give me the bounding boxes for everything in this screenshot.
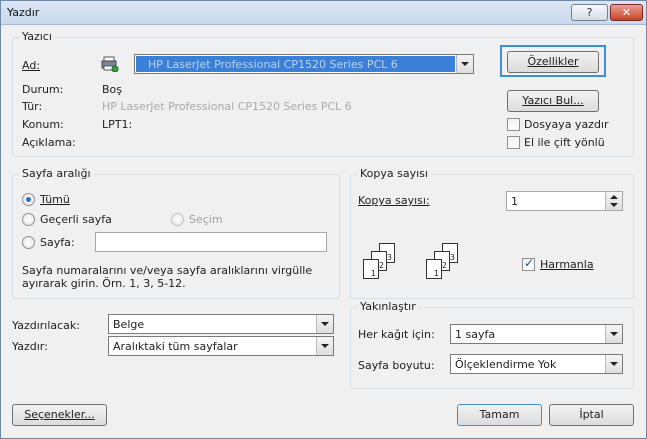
page-range-current-label: Geçerli sayfa xyxy=(40,213,112,226)
chevron-down-icon[interactable] xyxy=(316,315,333,333)
printer-status-value: Boş xyxy=(102,83,123,96)
pages-per-sheet-value: 1 sayfa xyxy=(455,328,496,341)
printer-name-value: HP LaserJet Professional CP1520 Series P… xyxy=(136,56,455,72)
scale-select[interactable]: Ölçeklendirme Yok xyxy=(450,354,623,374)
close-button[interactable]: ✕ xyxy=(610,4,643,21)
print-what-select[interactable]: Belge xyxy=(108,314,334,334)
printer-comment-label: Açıklama: xyxy=(22,136,76,149)
help-button[interactable]: ? xyxy=(571,4,608,21)
title-bar: Yazdır ? ✕ xyxy=(1,1,646,25)
find-printer-button[interactable]: Yazıcı Bul... xyxy=(507,90,599,112)
printer-group-label: Yazıcı xyxy=(19,30,55,43)
chevron-down-icon[interactable] xyxy=(605,325,622,343)
print-what-value: Belge xyxy=(113,318,145,331)
copies-group-label: Kopya sayısı xyxy=(357,167,431,180)
print-dialog: Yazdır ? ✕ Yazıcı Ad: HP LaserJet Profes… xyxy=(0,0,647,439)
page-range-selection-radio xyxy=(171,213,184,226)
zoom-group-label: Yakınlaştır xyxy=(357,300,419,313)
pages-per-sheet-select[interactable]: 1 sayfa xyxy=(450,324,623,344)
printer-type-value: HP LaserJet Professional CP1520 Series P… xyxy=(102,100,352,113)
window-title: Yazdır xyxy=(7,6,40,19)
page-range-pages-label: Sayfa: xyxy=(40,236,75,249)
printer-status-label: Durum: xyxy=(22,83,64,96)
spin-up-icon[interactable] xyxy=(610,195,618,199)
chevron-down-icon[interactable] xyxy=(316,337,333,355)
manual-duplex-label: El ile çift yönlü xyxy=(524,136,605,149)
print-label: Yazdır: xyxy=(12,340,48,353)
properties-button[interactable]: Özellikler xyxy=(507,51,599,73)
printer-location-value: LPT1: xyxy=(102,118,133,131)
copies-count-input[interactable]: 1 xyxy=(506,191,623,211)
page-range-group-label: Sayfa aralığı xyxy=(19,167,94,180)
page-range-hint-line2: ayırarak girin. Örn. 1, 3, 5-12. xyxy=(22,277,186,290)
copies-spinner[interactable] xyxy=(605,192,622,210)
print-to-file-checkbox[interactable] xyxy=(507,118,520,131)
collate-page-1a: 1 xyxy=(363,259,379,279)
ok-button[interactable]: Tamam xyxy=(457,404,542,426)
options-button[interactable]: Seçenekler... xyxy=(12,404,107,426)
scale-label: Sayfa boyutu: xyxy=(358,359,435,372)
print-select[interactable]: Aralıktaki tüm sayfalar xyxy=(108,336,334,356)
print-what-label: Yazdırılacak: xyxy=(12,319,80,332)
page-range-selection-label: Seçim xyxy=(189,213,223,226)
cancel-button[interactable]: İptal xyxy=(549,404,634,426)
print-value: Aralıktaki tüm sayfalar xyxy=(113,340,238,353)
pages-per-sheet-label: Her kağıt için: xyxy=(358,328,435,341)
page-range-pages-radio[interactable] xyxy=(22,236,35,249)
page-range-all-label: Tümü xyxy=(40,193,70,206)
page-range-all-radio[interactable] xyxy=(22,193,35,206)
zoom-group: Yakınlaştır xyxy=(350,300,634,389)
manual-duplex-checkbox[interactable] xyxy=(507,136,520,149)
printer-icon xyxy=(101,56,119,73)
collate-label: Harmanla xyxy=(540,258,594,271)
page-range-current-radio[interactable] xyxy=(22,213,35,226)
page-range-hint-line1: Sayfa numaralarını ve/veya sayfa aralıkl… xyxy=(22,264,313,277)
printer-name-label: Ad: xyxy=(22,59,41,72)
chevron-down-icon[interactable] xyxy=(605,355,622,373)
chevron-down-icon[interactable] xyxy=(456,55,473,73)
printer-location-label: Konum: xyxy=(22,118,64,131)
copies-count-label: Kopya sayısı: xyxy=(358,194,430,207)
spin-down-icon[interactable] xyxy=(610,203,618,207)
print-to-file-label: Dosyaya yazdır xyxy=(524,118,609,131)
printer-name-select[interactable]: HP LaserJet Professional CP1520 Series P… xyxy=(134,54,474,74)
collate-page-1b: 1 xyxy=(426,259,442,279)
scale-value: Ölçeklendirme Yok xyxy=(455,358,557,371)
page-range-pages-input[interactable] xyxy=(95,232,327,252)
printer-type-label: Tür: xyxy=(22,100,43,113)
collate-checkbox[interactable] xyxy=(522,256,535,271)
